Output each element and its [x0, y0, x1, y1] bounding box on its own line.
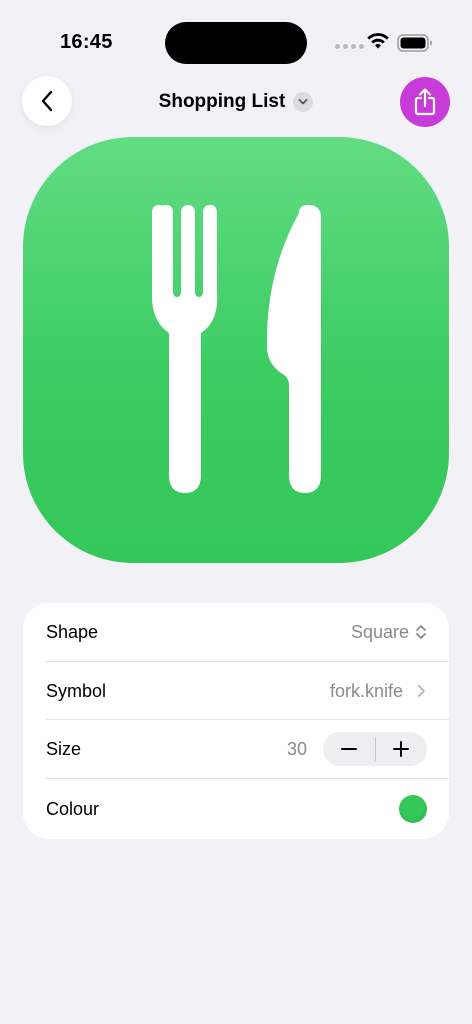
shape-label: Shape: [46, 621, 99, 642]
colour-row[interactable]: Colour: [23, 779, 449, 839]
shape-value: Square: [350, 621, 409, 642]
dynamic-island: [165, 22, 307, 64]
symbol-label: Symbol: [46, 680, 107, 701]
fork-knife-icon: [151, 205, 321, 493]
share-button[interactable]: [400, 77, 450, 127]
battery-icon: [397, 34, 432, 52]
symbol-row[interactable]: Symbol fork.knife: [23, 662, 449, 720]
page-title: Shopping List: [158, 91, 286, 112]
shape-row[interactable]: Shape Square: [23, 603, 449, 661]
size-value: 30: [286, 738, 307, 759]
chevron-right-icon: [418, 685, 425, 697]
icon-editor-screen: 16:45 Shopping List Shape Square Symbol …: [0, 0, 472, 1024]
icon-preview: [23, 137, 449, 563]
chevron-up-down-icon: [416, 625, 426, 639]
minus-icon: [340, 748, 357, 750]
chevron-down-icon: [298, 99, 308, 105]
wifi-icon: [367, 33, 389, 49]
status-time: 16:45: [60, 31, 113, 53]
cellular-signal-icon: [335, 44, 364, 49]
symbol-value: fork.knife: [329, 680, 403, 701]
size-label: Size: [46, 738, 82, 759]
colour-label: Colour: [46, 798, 100, 819]
shape-picker[interactable]: Square: [351, 622, 427, 643]
share-icon: [414, 88, 436, 116]
decrement-button[interactable]: [323, 732, 375, 766]
colour-swatch[interactable]: [399, 795, 427, 823]
size-row: Size 30: [23, 720, 449, 778]
plus-icon: [393, 741, 410, 757]
settings-card: Shape Square Symbol fork.knife Size 30 C…: [23, 603, 449, 839]
title-menu-button[interactable]: [293, 92, 314, 112]
size-stepper: [323, 732, 427, 766]
status-bar: 16:45: [0, 0, 472, 80]
increment-button[interactable]: [376, 732, 428, 766]
